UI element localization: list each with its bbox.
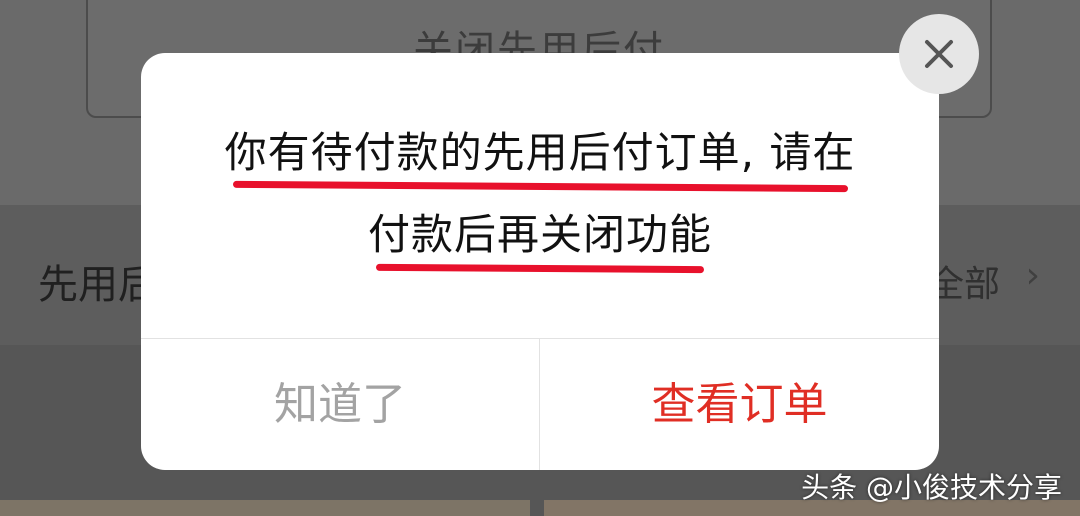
message-line-1: 你有待付款的先用后付订单, 请在 — [224, 125, 856, 193]
alert-dialog: 你有待付款的先用后付订单, 请在 付款后再关闭功能 知道了 查看订单 — [141, 53, 939, 470]
watermark: 头条 @小俊技术分享 — [801, 471, 1062, 504]
red-underline-annotation — [375, 263, 705, 274]
red-underline-annotation — [232, 180, 848, 193]
close-icon — [925, 40, 953, 68]
view-order-button[interactable]: 查看订单 — [540, 339, 939, 470]
chevron-right-icon: › — [1025, 255, 1040, 296]
message-line-1-text: 你有待付款的先用后付订单, 请在 — [224, 128, 856, 177]
product-image — [0, 500, 530, 516]
got-it-button[interactable]: 知道了 — [141, 339, 539, 470]
message-line-2-text: 付款后再关闭功能 — [367, 210, 712, 259]
section-title: 先用后 — [38, 262, 158, 308]
close-dialog-button[interactable] — [899, 14, 979, 94]
dialog-message: 你有待付款的先用后付订单, 请在 付款后再关闭功能 — [141, 125, 939, 274]
message-line-2: 付款后再关闭功能 — [367, 207, 712, 274]
